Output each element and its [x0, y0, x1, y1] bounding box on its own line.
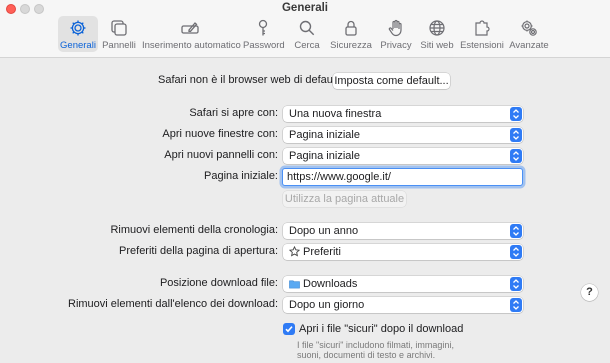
tab-avanzate[interactable]: Avanzate [508, 16, 550, 52]
homepage-label: Pagina iniziale: [204, 170, 278, 182]
new-windows-label: Apri nuove finestre con: [162, 128, 278, 140]
tab-privacy[interactable]: Privacy [378, 16, 414, 52]
tab-label: Avanzate [509, 40, 549, 51]
safe-files-checkbox[interactable] [283, 323, 295, 335]
toolbar: Generali Generali Pannelli Inserimento a… [0, 0, 610, 58]
history-row: Rimuovi elementi della cronologia: Dopo … [0, 222, 610, 240]
tab-inserimento-automatico[interactable]: Inserimento automatico [142, 16, 241, 52]
chevron-updown-icon [510, 128, 522, 142]
general-pane: Safari non è il browser web di default. … [0, 59, 610, 363]
new-tabs-popup[interactable]: Pagina iniziale [283, 148, 523, 164]
popup-value: Pagina iniziale [289, 129, 360, 141]
gear-icon [58, 18, 98, 40]
safe-files-row: Apri i file "sicuri" dopo il download [0, 321, 610, 339]
tab-label: Cerca [294, 40, 320, 51]
gears-icon [508, 18, 550, 40]
tab-label: Sicurezza [330, 40, 372, 51]
safe-files-note-line2: suoni, documenti di testo e archivi. [297, 350, 436, 360]
popup-value: Dopo un anno [289, 225, 359, 237]
chevron-updown-icon [510, 298, 522, 312]
download-list-popup[interactable]: Dopo un giorno [283, 297, 523, 313]
download-location-label: Posizione download file: [159, 277, 278, 289]
tab-label: Privacy [380, 40, 412, 51]
lock-icon [330, 18, 372, 40]
tab-password[interactable]: Password [243, 16, 285, 52]
star-icon [289, 246, 300, 257]
favorites-row: Preferiti della pagina di apertura: Pref… [0, 243, 610, 261]
new-windows-row: Apri nuove finestre con: Pagina iniziale [0, 126, 610, 144]
download-list-label: Rimuovi elementi dall'elenco dei downloa… [68, 298, 278, 310]
safe-files-label: Apri i file "sicuri" dopo il download [299, 323, 464, 335]
homepage-row: Pagina iniziale: https://www.google.it/ [0, 168, 610, 186]
tab-label: Generali [60, 40, 96, 51]
chevron-updown-icon [510, 149, 522, 163]
tab-label: Siti web [420, 40, 454, 51]
popup-value: Pagina iniziale [289, 150, 360, 162]
pencil-field-icon [142, 18, 238, 40]
tab-cerca[interactable]: Cerca [292, 16, 322, 52]
tab-sicurezza[interactable]: Sicurezza [330, 16, 372, 52]
set-default-button[interactable]: Imposta come default... [333, 73, 450, 89]
folder-icon [289, 280, 300, 289]
tab-label: Inserimento automatico [142, 40, 241, 51]
preferences-tabs: Generali Pannelli Inserimento automatico… [0, 16, 610, 56]
opens-with-row: Safari si apre con: Una nuova finestra [0, 105, 610, 123]
tab-label: Pannelli [102, 40, 136, 51]
tab-pannelli[interactable]: Pannelli [102, 16, 136, 52]
hand-icon [378, 18, 414, 40]
history-popup[interactable]: Dopo un anno [283, 223, 523, 239]
default-browser-message: Safari non è il browser web di default. [158, 74, 342, 86]
download-list-row: Rimuovi elementi dall'elenco dei downloa… [0, 296, 610, 314]
popup-value: Dopo un giorno [289, 299, 365, 311]
preferences-window: Generali Generali Pannelli Inserimento a… [0, 0, 610, 363]
search-icon [292, 18, 322, 40]
new-tabs-label: Apri nuovi pannelli con: [164, 149, 278, 161]
history-label: Rimuovi elementi della cronologia: [110, 224, 278, 236]
tab-label: Password [243, 40, 285, 51]
opens-with-popup[interactable]: Una nuova finestra [283, 106, 523, 122]
puzzle-icon [460, 18, 504, 40]
opens-with-label: Safari si apre con: [189, 107, 278, 119]
tab-siti-web[interactable]: Siti web [419, 16, 455, 52]
key-icon [243, 18, 283, 40]
download-location-popup[interactable]: Downloads [283, 276, 523, 292]
chevron-updown-icon [510, 277, 522, 291]
help-button[interactable]: ? [581, 284, 598, 301]
checkmark-icon [285, 326, 293, 333]
popup-value: Una nuova finestra [289, 108, 382, 120]
homepage-input[interactable]: https://www.google.it/ [282, 168, 523, 186]
chevron-updown-icon [510, 107, 522, 121]
new-windows-popup[interactable]: Pagina iniziale [283, 127, 523, 143]
globe-icon [419, 18, 455, 40]
new-tabs-row: Apri nuovi pannelli con: Pagina iniziale [0, 147, 610, 165]
tab-generali[interactable]: Generali [58, 16, 98, 52]
favorites-popup[interactable]: Preferiti [283, 244, 523, 260]
tab-estensioni[interactable]: Estensioni [460, 16, 504, 52]
tabs-icon [102, 18, 136, 40]
popup-value: Downloads [303, 278, 358, 290]
window-title: Generali [281, 2, 329, 14]
use-current-page-button[interactable]: Utilizza la pagina attuale [283, 191, 406, 207]
favorites-label: Preferiti della pagina di apertura: [119, 245, 278, 257]
popup-value: Preferiti [303, 246, 341, 258]
chevron-updown-icon [510, 245, 522, 259]
chevron-updown-icon [510, 224, 522, 238]
download-location-row: Posizione download file: Downloads [0, 275, 610, 293]
tab-label: Estensioni [460, 40, 504, 51]
